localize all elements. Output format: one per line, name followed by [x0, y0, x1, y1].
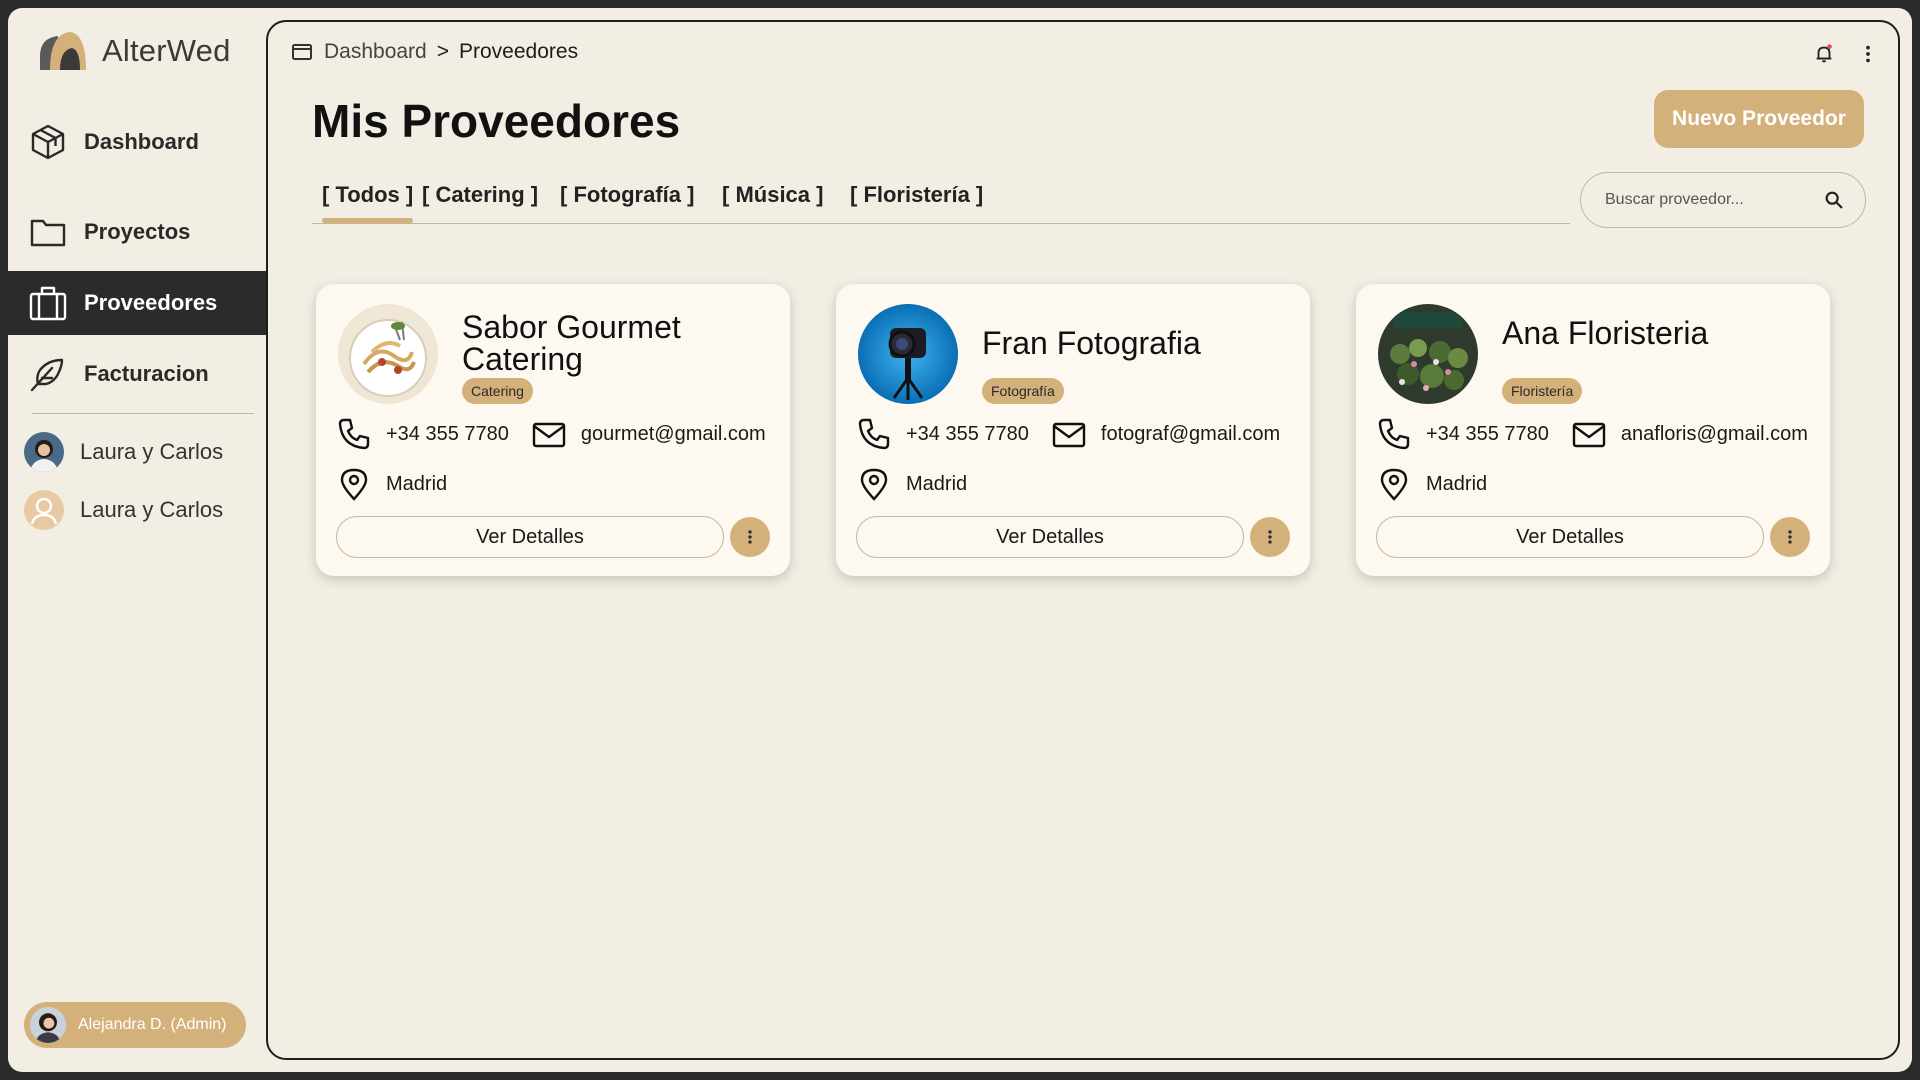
- breadcrumb-current: Proveedores: [459, 40, 579, 63]
- phone-icon: [1378, 418, 1410, 450]
- folder-icon: [30, 219, 66, 247]
- notification-button[interactable]: [1812, 42, 1836, 66]
- search-box: [1580, 172, 1866, 228]
- bell-icon: [1816, 44, 1832, 63]
- cube-icon: [31, 124, 65, 160]
- tab-catering[interactable]: [ Catering ]: [422, 182, 538, 208]
- view-details-button[interactable]: Ver Detalles: [856, 516, 1244, 558]
- vendor-card: Fran Fotografia Fotografía +34 355 7780 …: [836, 284, 1310, 576]
- search-input[interactable]: [1605, 191, 1823, 209]
- vendor-email[interactable]: fotograf@gmail.com: [1101, 423, 1280, 446]
- tab-todos[interactable]: [ Todos ]: [322, 182, 414, 223]
- sidebar-item-label: Dashboard: [84, 129, 199, 154]
- card-more-button[interactable]: [730, 517, 770, 557]
- tab-fotografia[interactable]: [ Fotografía ]: [560, 182, 694, 208]
- phone-icon: [858, 418, 890, 450]
- sidebar: AlterWed Dashboard Proyectos Proveedores: [8, 8, 266, 1072]
- location-row: Madrid: [336, 466, 447, 502]
- card-more-button[interactable]: [1250, 517, 1290, 557]
- vertical-dots-icon: [1866, 45, 1870, 63]
- sidebar-project-item[interactable]: Laura y Carlos: [24, 432, 223, 472]
- vertical-dots-icon: [1788, 530, 1792, 544]
- page-title: Mis Proveedores: [312, 95, 681, 147]
- vendor-card: Ana Floristeria Floristería +34 355 7780…: [1356, 284, 1830, 576]
- vendor-name: Sabor Gourmet Catering: [462, 309, 681, 377]
- vendor-phone[interactable]: +34 355 7780: [386, 423, 509, 446]
- search-icon[interactable]: [1823, 189, 1845, 211]
- app-name: AlterWed: [102, 33, 231, 68]
- tab-musica[interactable]: [ Música ]: [722, 182, 823, 208]
- vendor-location: Madrid: [386, 472, 448, 495]
- view-details-button[interactable]: Ver Detalles: [336, 516, 724, 558]
- category-badge: Fotografía: [982, 378, 1064, 404]
- vertical-dots-icon: [748, 530, 752, 544]
- sidebar-item-label: Proyectos: [84, 219, 191, 244]
- new-vendor-button[interactable]: Nuevo Proveedor: [1654, 90, 1864, 148]
- vendor-card: Sabor Gourmet Catering Catering +34 355 …: [316, 284, 790, 576]
- user-profile-button[interactable]: Alejandra D. (Admin): [24, 1002, 246, 1048]
- project-label: Laura y Carlos: [80, 439, 224, 464]
- project-label: Laura y Carlos: [80, 497, 224, 522]
- vendor-location: Madrid: [1426, 472, 1488, 495]
- vendor-phone[interactable]: +34 355 7780: [906, 423, 1029, 446]
- location-row: Madrid: [856, 466, 967, 502]
- vendor-name: Fran Fotografia: [982, 325, 1201, 361]
- vendor-phone[interactable]: +34 355 7780: [1426, 423, 1549, 446]
- vendor-location: Madrid: [906, 472, 968, 495]
- card-more-button[interactable]: [1770, 517, 1810, 557]
- sidebar-item-facturacion[interactable]: Facturacion: [8, 342, 266, 406]
- view-details-button[interactable]: Ver Detalles: [1376, 516, 1764, 558]
- mail-icon: [1572, 422, 1606, 448]
- location-pin-icon: [340, 468, 368, 501]
- avatar-placeholder-icon: [24, 490, 64, 530]
- avatar: [24, 432, 64, 472]
- avatar: [30, 1007, 66, 1043]
- vendor-avatar: [1378, 304, 1478, 404]
- mail-icon: [1052, 422, 1086, 448]
- app-window: AlterWed Dashboard Proyectos Proveedores: [8, 8, 1912, 1072]
- sidebar-item-label: Proveedores: [84, 290, 218, 315]
- location-pin-icon: [1380, 468, 1408, 501]
- sidebar-item-label: Facturacion: [84, 361, 209, 386]
- briefcase-icon: [29, 286, 67, 321]
- breadcrumb-root[interactable]: Dashboard: [324, 40, 427, 64]
- sidebar-item-proyectos[interactable]: Proyectos: [8, 200, 266, 264]
- main-panel: Dashboard > Proveedores Mis Proveedores …: [266, 20, 1900, 1060]
- window-icon: [292, 44, 312, 60]
- contact-row: +34 355 7780 gourmet@gmail.com: [336, 416, 766, 452]
- vendor-avatar: [338, 304, 438, 404]
- user-label: Alejandra D. (Admin): [78, 1016, 227, 1033]
- sidebar-item-proveedores[interactable]: Proveedores: [8, 271, 266, 335]
- vertical-dots-icon: [1268, 530, 1272, 544]
- mail-icon: [532, 422, 566, 448]
- breadcrumb: Dashboard > Proveedores: [290, 40, 578, 64]
- breadcrumb-separator: >: [436, 40, 449, 63]
- feather-icon: [30, 358, 64, 392]
- phone-icon: [338, 418, 370, 450]
- contact-row: +34 355 7780 anafloris@gmail.com: [1376, 416, 1808, 452]
- contact-row: +34 355 7780 fotograf@gmail.com: [856, 416, 1280, 452]
- category-badge: Catering: [462, 378, 533, 404]
- vendor-email[interactable]: anafloris@gmail.com: [1621, 423, 1808, 446]
- location-row: Madrid: [1376, 466, 1487, 502]
- vendor-email[interactable]: gourmet@gmail.com: [581, 423, 766, 446]
- tab-floristeria[interactable]: [ Floristería ]: [850, 182, 983, 208]
- top-actions: [1812, 42, 1880, 66]
- more-options-button[interactable]: [1856, 42, 1880, 66]
- sidebar-project-item[interactable]: Laura y Carlos: [24, 490, 223, 530]
- location-pin-icon: [860, 468, 888, 501]
- logo-icon: [40, 32, 86, 70]
- vendor-avatar: [858, 304, 958, 404]
- vendor-name: Ana Floristeria: [1502, 315, 1709, 351]
- category-badge: Floristería: [1502, 378, 1583, 404]
- app-logo[interactable]: AlterWed: [36, 30, 231, 72]
- sidebar-item-dashboard[interactable]: Dashboard: [8, 110, 266, 174]
- sidebar-divider: [32, 413, 254, 414]
- category-tabs: [ Todos ] [ Catering ] [ Fotografía ] [ …: [312, 174, 1570, 224]
